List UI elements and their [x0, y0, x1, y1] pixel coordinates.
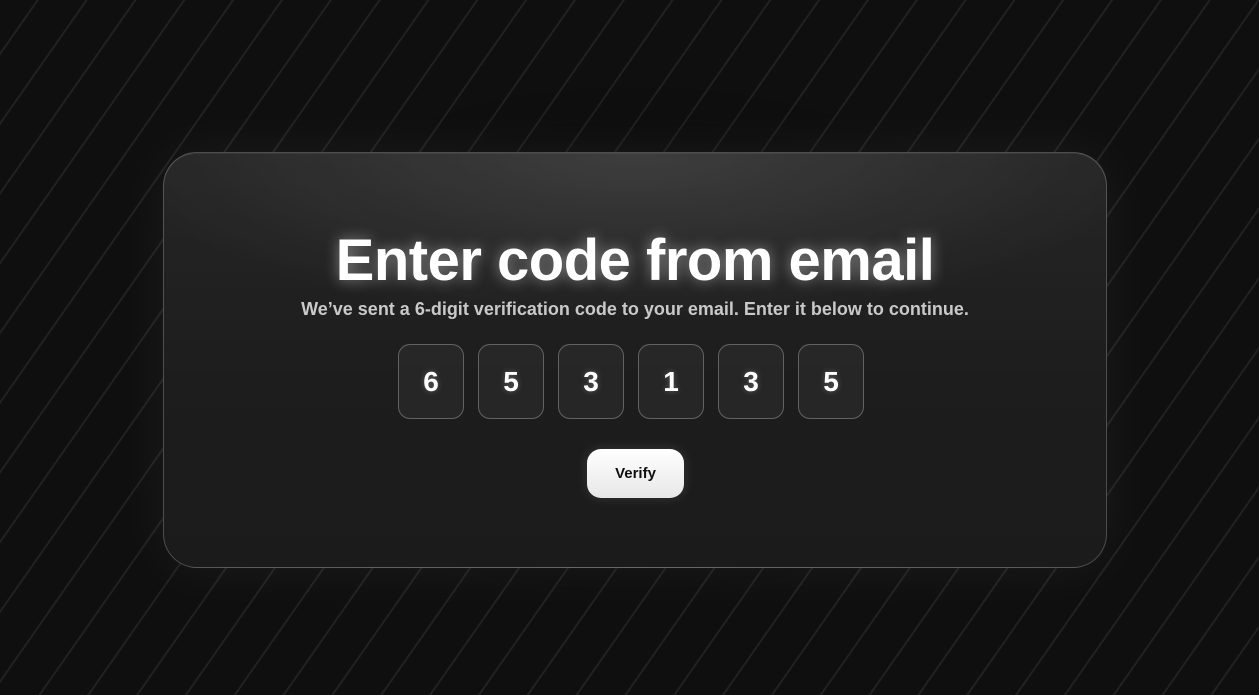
code-digit-6[interactable]	[798, 344, 864, 419]
page-title: Enter code from email	[335, 228, 935, 293]
code-digit-4[interactable]	[638, 344, 704, 419]
code-digit-2[interactable]	[478, 344, 544, 419]
code-digit-5[interactable]	[718, 344, 784, 419]
page-subtitle: We’ve sent a 6-digit verification code t…	[301, 299, 969, 319]
code-digit-3[interactable]	[558, 344, 624, 419]
code-digit-1[interactable]	[398, 344, 464, 419]
verification-card: Enter code from email We’ve sent a 6-dig…	[163, 152, 1107, 568]
verify-button[interactable]: Verify	[587, 449, 684, 498]
code-input-group	[398, 344, 864, 419]
page-background: Enter code from email We’ve sent a 6-dig…	[0, 0, 1259, 695]
